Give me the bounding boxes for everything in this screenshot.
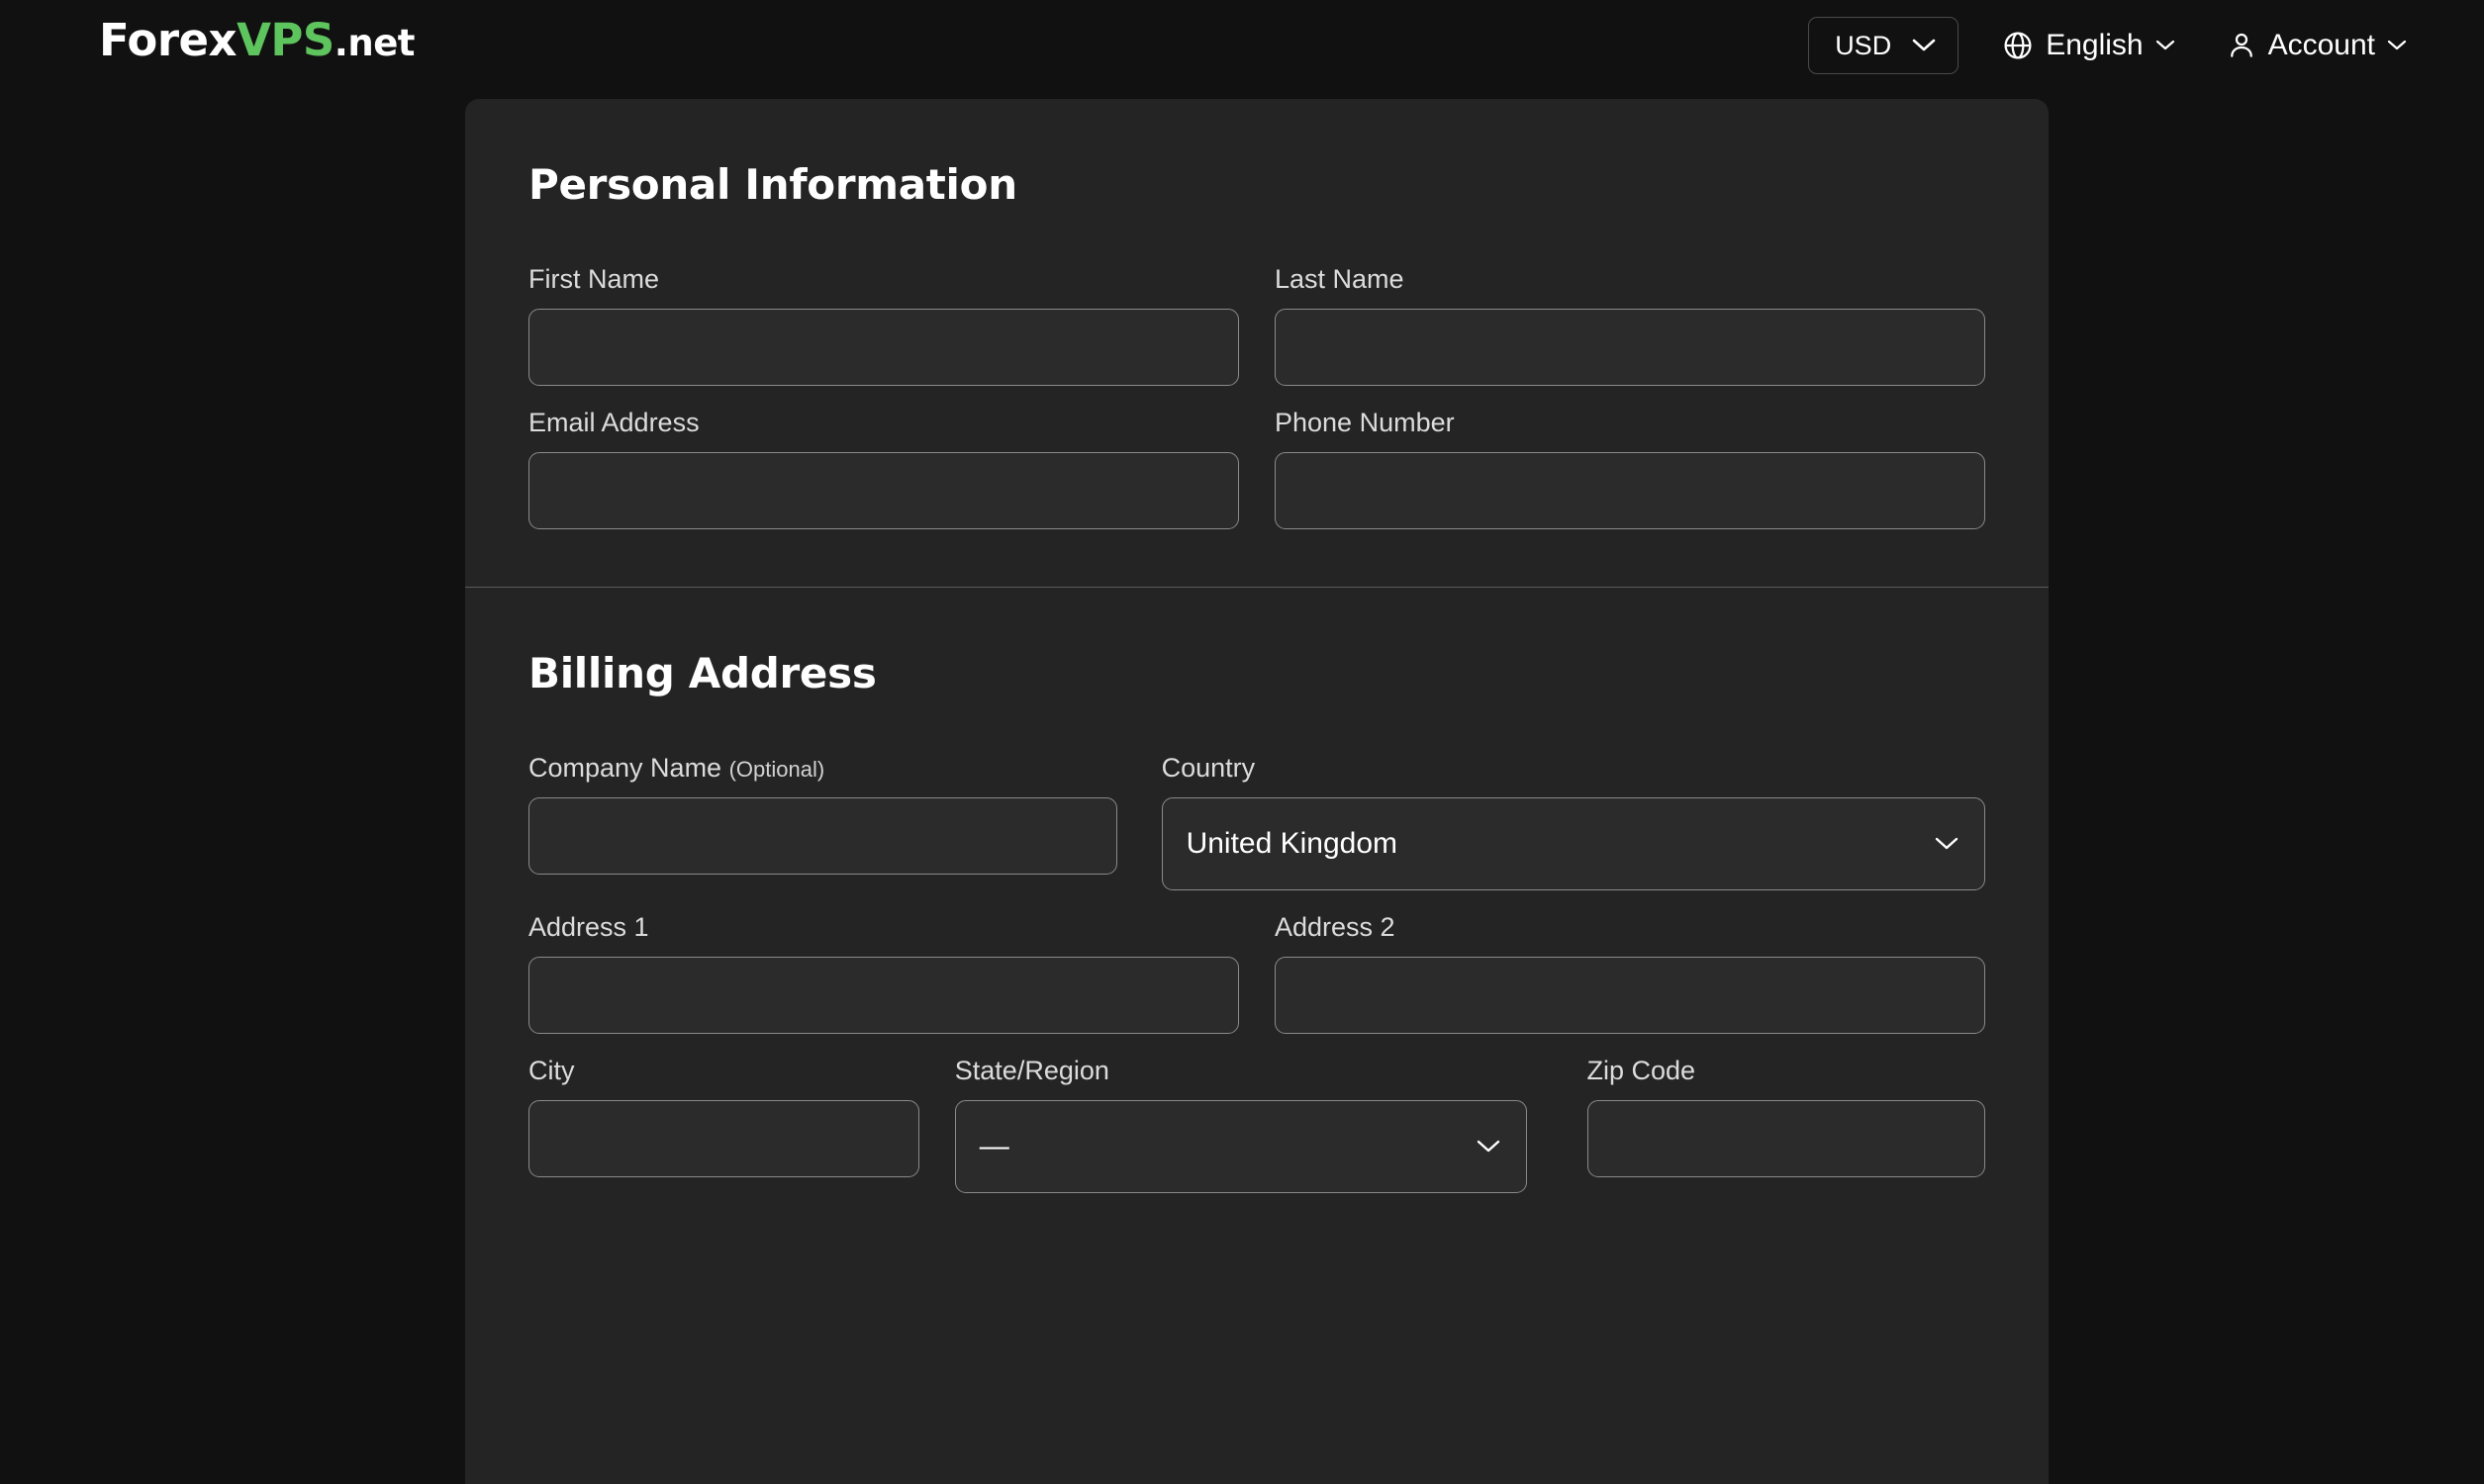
last-name-field: Last Name [1275, 264, 1985, 386]
country-field: Country United Kingdom [1161, 753, 1985, 890]
language-label: English [2046, 29, 2144, 61]
last-name-input[interactable] [1275, 309, 1985, 386]
logo-text-net: .net [334, 22, 416, 64]
currency-value: USD [1835, 30, 1892, 60]
site-logo[interactable]: ForexVPS.net [99, 14, 415, 66]
country-selected-value: United Kingdom [1186, 827, 1398, 860]
last-name-label: Last Name [1275, 264, 1404, 294]
name-row: First Name Last Name [528, 264, 1985, 386]
company-country-row: Company Name (Optional) Country United K… [528, 753, 1985, 890]
state-region-select[interactable]: — [954, 1100, 1527, 1193]
account-menu[interactable]: Account [2227, 29, 2407, 62]
chevron-down-icon [2155, 40, 2175, 51]
email-address-input[interactable] [528, 452, 1239, 529]
country-select[interactable]: United Kingdom [1161, 797, 1985, 890]
email-address-field: Email Address [528, 408, 1239, 529]
city-field: City [528, 1056, 919, 1193]
address-2-input[interactable] [1275, 957, 1985, 1034]
city-label: City [528, 1056, 575, 1085]
chevron-down-icon [2387, 40, 2407, 51]
state-region-label: State/Region [954, 1056, 1109, 1085]
company-name-label-text: Company Name [528, 753, 722, 783]
checkout-form-card: Personal Information First Name Last Nam… [465, 99, 2049, 1484]
state-region-field: State/Region — [954, 1056, 1527, 1193]
language-selector[interactable]: English [2002, 29, 2174, 62]
address-1-label: Address 1 [528, 912, 649, 942]
logo-text-forex: Forex [99, 14, 238, 66]
email-address-label: Email Address [528, 408, 700, 437]
first-name-input[interactable] [528, 309, 1239, 386]
logo-text-vps: VPS [237, 14, 334, 66]
account-label: Account [2267, 29, 2375, 61]
chevron-down-icon [1477, 1140, 1500, 1154]
company-name-input[interactable] [528, 797, 1117, 875]
first-name-label: First Name [528, 264, 660, 294]
billing-address-section: Billing Address Company Name (Optional) … [465, 588, 2049, 1272]
zip-code-field: Zip Code [1586, 1056, 1985, 1193]
billing-address-title: Billing Address [528, 649, 877, 697]
globe-icon [2002, 30, 2034, 61]
address-2-label: Address 2 [1275, 912, 1395, 942]
site-header: ForexVPS.net USD English Account [0, 0, 2484, 91]
phone-number-input[interactable] [1275, 452, 1985, 529]
currency-selector[interactable]: USD [1808, 17, 1959, 74]
phone-number-field: Phone Number [1275, 408, 1985, 529]
zip-code-label: Zip Code [1586, 1056, 1696, 1085]
zip-code-input[interactable] [1586, 1100, 1985, 1177]
state-region-selected-value: — [979, 1130, 1009, 1162]
company-name-field: Company Name (Optional) [528, 753, 1117, 890]
address-1-input[interactable] [528, 957, 1239, 1034]
company-name-optional-tag: (Optional) [728, 757, 825, 782]
city-input[interactable] [528, 1100, 919, 1177]
country-label: Country [1161, 753, 1256, 783]
phone-number-label: Phone Number [1275, 408, 1455, 437]
city-state-zip-row: City State/Region — Zip Code [528, 1056, 1985, 1193]
personal-information-title: Personal Information [528, 160, 1017, 209]
first-name-field: First Name [528, 264, 1239, 386]
address-1-field: Address 1 [528, 912, 1239, 1034]
header-actions: USD English Account [1808, 0, 2484, 91]
company-name-label: Company Name (Optional) [528, 753, 1117, 784]
user-icon [2227, 30, 2256, 61]
address-row: Address 1 Address 2 [528, 912, 1985, 1034]
personal-information-section: Personal Information First Name Last Nam… [465, 99, 2049, 587]
contact-row: Email Address Phone Number [528, 408, 1985, 529]
address-2-field: Address 2 [1275, 912, 1985, 1034]
chevron-down-icon [1935, 837, 1959, 851]
chevron-down-icon [1912, 39, 1936, 52]
